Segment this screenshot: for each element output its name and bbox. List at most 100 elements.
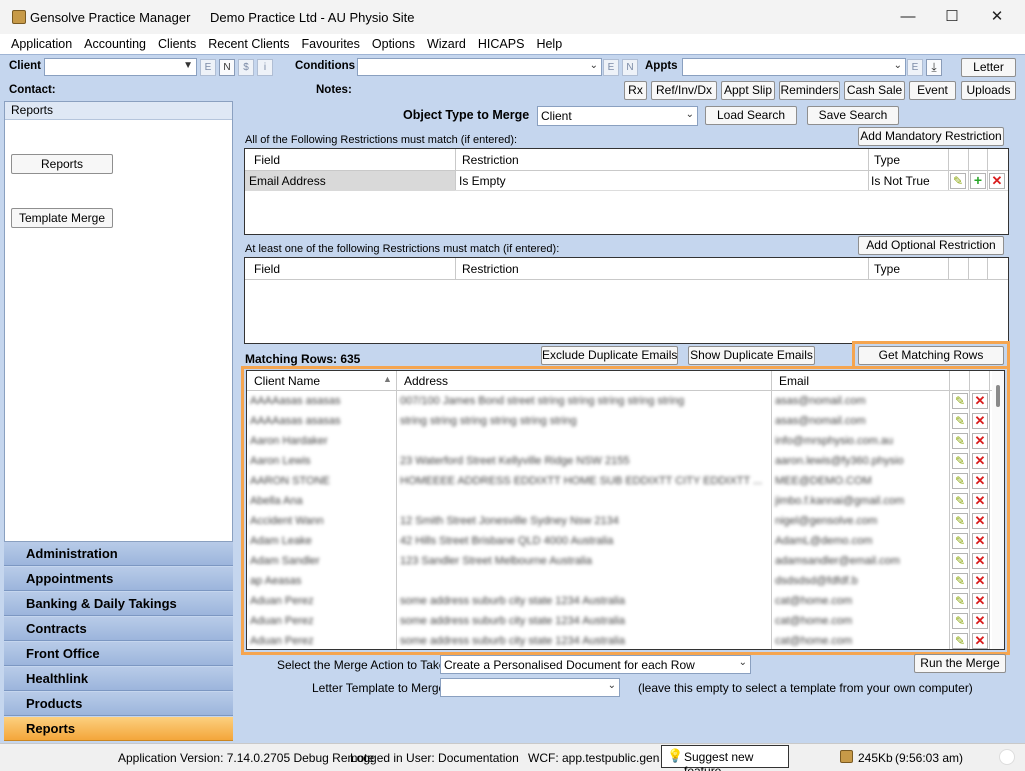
cash-sale-button[interactable]: Cash Sale [844, 81, 905, 100]
save-search-button[interactable]: Save Search [807, 106, 899, 125]
delete-x-icon[interactable]: ✕ [972, 533, 988, 549]
delete-x-icon[interactable]: ✕ [972, 573, 988, 589]
letter-template-select[interactable]: ⌄ [440, 678, 620, 697]
delete-x-icon[interactable]: ✕ [972, 633, 988, 649]
appt-slip-button[interactable]: Appt Slip [721, 81, 775, 100]
edit-pencil-icon[interactable]: ✎ [952, 493, 968, 509]
menu-accounting[interactable]: Accounting [78, 35, 152, 53]
edit-pencil-icon[interactable]: ✎ [952, 633, 968, 649]
conditions-combo[interactable]: ⌄ [357, 58, 602, 76]
client-dollar-button[interactable]: $ [238, 59, 254, 76]
table-row[interactable]: AARON STONE HOMEEEE ADDRESS EDDIXTT HOME … [247, 471, 988, 491]
menu-favourites[interactable]: Favourites [296, 35, 366, 53]
edit-pencil-icon[interactable]: ✎ [952, 553, 968, 569]
reminders-button[interactable]: Reminders [779, 81, 840, 100]
nav-products[interactable]: Products [4, 692, 233, 716]
delete-x-icon[interactable]: ✕ [972, 393, 988, 409]
nav-front-office[interactable]: Front Office [4, 642, 233, 666]
menu-application[interactable]: Application [5, 35, 78, 53]
client-e-button[interactable]: E [200, 59, 216, 76]
conditions-e-button[interactable]: E [603, 59, 619, 76]
table-row[interactable]: AAAAasas asasas string string string stri… [247, 411, 988, 431]
delete-x-icon[interactable]: ✕ [989, 173, 1005, 189]
table-row[interactable]: Adam Leake 42 Hills Street Brisbane QLD 4… [247, 531, 988, 551]
delete-x-icon[interactable]: ✕ [972, 613, 988, 629]
download-icon[interactable]: ⤓ [926, 59, 942, 76]
edit-pencil-icon[interactable]: ✎ [952, 533, 968, 549]
get-matching-rows-button[interactable]: Get Matching Rows [858, 346, 1004, 365]
table-row[interactable]: Accident Wann 12 Smith Street Jonesville … [247, 511, 988, 531]
show-duplicate-emails-button[interactable]: Show Duplicate Emails [688, 346, 815, 365]
delete-x-icon[interactable]: ✕ [972, 553, 988, 569]
menu-help[interactable]: Help [530, 35, 568, 53]
edit-pencil-icon[interactable]: ✎ [952, 593, 968, 609]
nav-banking[interactable]: Banking & Daily Takings [4, 592, 233, 616]
table-row[interactable]: Adam Sandler 123 Sandler Street Melbourne… [247, 551, 988, 571]
edit-pencil-icon[interactable]: ✎ [952, 613, 968, 629]
conditions-n-button[interactable]: N [622, 59, 638, 76]
nav-appointments[interactable]: Appointments [4, 567, 233, 591]
nav-administration[interactable]: Administration [4, 542, 233, 566]
nav-contracts[interactable]: Contracts [4, 617, 233, 641]
add-plus-icon[interactable]: + [970, 173, 986, 189]
scrollbar-thumb[interactable] [996, 385, 1000, 407]
run-merge-button[interactable]: Run the Merge [914, 654, 1006, 673]
table-row[interactable]: Abella Ana jimbo.f.kannai@gmail.com ✎ ✕ [247, 491, 988, 511]
appts-combo[interactable]: ⌄ [682, 58, 906, 76]
edit-pencil-icon[interactable]: ✎ [952, 433, 968, 449]
edit-pencil-icon[interactable]: ✎ [952, 573, 968, 589]
add-mandatory-restriction-button[interactable]: Add Mandatory Restriction [858, 127, 1004, 146]
client-n-button[interactable]: N [219, 59, 235, 76]
table-row[interactable]: Aduan Perez some address suburb city stat… [247, 591, 988, 611]
col-address[interactable]: Address [404, 374, 448, 388]
delete-x-icon[interactable]: ✕ [972, 413, 988, 429]
client-combo[interactable]: ▼ [44, 58, 197, 76]
table-row[interactable]: Aaron Lewis 23 Waterford Street Kellyvill… [247, 451, 988, 471]
nav-reports[interactable]: Reports [4, 717, 233, 741]
load-search-button[interactable]: Load Search [705, 106, 797, 125]
menu-hicaps[interactable]: HICAPS [472, 35, 531, 53]
menu-options[interactable]: Options [366, 35, 421, 53]
col-email[interactable]: Email [779, 374, 809, 388]
menu-recent-clients[interactable]: Recent Clients [202, 35, 295, 53]
close-button[interactable]: ✕ [977, 4, 1017, 30]
edit-pencil-icon[interactable]: ✎ [952, 393, 968, 409]
nav-healthlink[interactable]: Healthlink [4, 667, 233, 691]
suggest-feature-button[interactable]: 💡 Suggest new feature [661, 745, 789, 771]
table-row[interactable]: ap Aeasas dsdsdsd@fdfdf.b ✎ ✕ [247, 571, 988, 591]
col-client-name[interactable]: Client Name [254, 374, 320, 388]
delete-x-icon[interactable]: ✕ [972, 593, 988, 609]
delete-x-icon[interactable]: ✕ [972, 473, 988, 489]
delete-x-icon[interactable]: ✕ [972, 453, 988, 469]
event-button[interactable]: Event [909, 81, 956, 100]
results-scrollbar[interactable] [992, 371, 1004, 649]
menu-clients[interactable]: Clients [152, 35, 202, 53]
edit-pencil-icon[interactable]: ✎ [952, 453, 968, 469]
minimize-button[interactable]: — [888, 4, 928, 30]
delete-x-icon[interactable]: ✕ [972, 433, 988, 449]
template-merge-button[interactable]: Template Merge [11, 208, 113, 228]
appts-e-button[interactable]: E [907, 59, 923, 76]
table-row[interactable]: Aduan Perez some address suburb city stat… [247, 631, 988, 649]
merge-action-select[interactable]: Create a Personalised Document for each … [440, 655, 751, 674]
table-row[interactable]: Aaron Hardaker info@mrsphysio.com.au ✎ ✕ [247, 431, 988, 451]
edit-pencil-icon[interactable]: ✎ [952, 513, 968, 529]
table-row[interactable]: AAAAasas asasas 007/100 James Bond street… [247, 391, 988, 411]
menu-wizard[interactable]: Wizard [421, 35, 472, 53]
edit-pencil-icon[interactable]: ✎ [950, 173, 966, 189]
exclude-duplicate-emails-button[interactable]: Exclude Duplicate Emails [541, 346, 678, 365]
delete-x-icon[interactable]: ✕ [972, 493, 988, 509]
table-row[interactable]: Aduan Perez some address suburb city stat… [247, 611, 988, 631]
rx-button[interactable]: Rx [624, 81, 647, 100]
edit-pencil-icon[interactable]: ✎ [952, 413, 968, 429]
edit-pencil-icon[interactable]: ✎ [952, 473, 968, 489]
delete-x-icon[interactable]: ✕ [972, 513, 988, 529]
reports-button[interactable]: Reports [11, 154, 113, 174]
client-info-button[interactable]: i [257, 59, 273, 76]
letter-button[interactable]: Letter [961, 58, 1016, 77]
add-optional-restriction-button[interactable]: Add Optional Restriction [858, 236, 1004, 255]
object-type-select[interactable]: Client ⌄ [537, 106, 698, 126]
table-row[interactable]: Email Address Is Empty Is Not True ✎ + ✕ [245, 171, 1008, 191]
uploads-button[interactable]: Uploads [961, 81, 1016, 100]
maximize-button[interactable]: ☐ [932, 4, 972, 30]
